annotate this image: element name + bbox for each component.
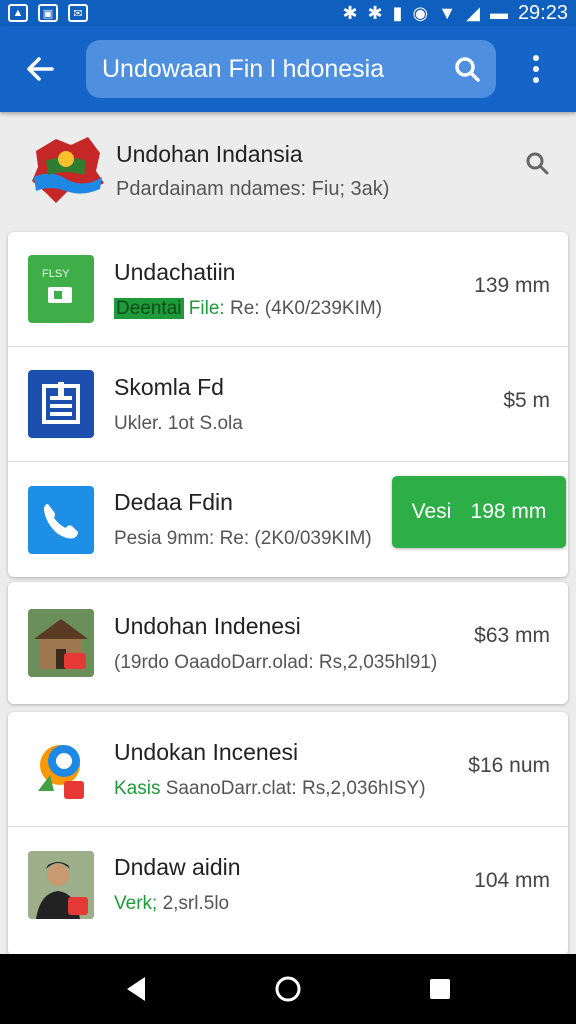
photo-icon: ▲ (8, 4, 28, 22)
row-subtitle: (19rdo OaadoDarr.olad: Rs,2,035hl91) (114, 651, 438, 673)
triangle-back-icon (127, 977, 145, 1001)
navigation-bar (0, 954, 576, 1024)
document-app-icon (28, 370, 94, 438)
list-item[interactable]: Dndaw aidin Verk; 2,srl.5lo 104 mm (8, 827, 568, 942)
row-subtitle: Ukler. 1ot S.ola (114, 412, 243, 434)
person-photo-icon (28, 850, 94, 919)
overflow-menu-button[interactable] (516, 41, 556, 97)
verify-button-label: Vesi (411, 500, 452, 523)
verify-button[interactable]: Vesi 198 mm (392, 476, 566, 548)
row-value: 139 mm (474, 274, 550, 297)
back-button[interactable] (12, 41, 68, 97)
row-subtitle: Verk; 2,srl.5lo (114, 893, 568, 915)
status-left-icons: ▲ ▣ ✉ (8, 4, 88, 22)
row-subtitle: Deentai File: Re: (4K0/239KIM) (114, 297, 568, 320)
app-bar: Undowaan Fin l hdonesia (0, 26, 576, 112)
row-value: 104 mm (474, 869, 550, 892)
results-card: Undohan Indenesi (19rdo OaadoDarr.olad: … (8, 582, 568, 704)
status-right-icons: ✱ ✱ ▮ ◉ ▼ ◢ ▬ 29:23 (342, 2, 568, 25)
search-icon[interactable] (524, 150, 550, 176)
list-item[interactable]: Skomla Fd Ukler. 1ot S.ola $5 m (8, 347, 568, 462)
list-item[interactable]: FLSY Undachatiin Deentai File: Re: (4K0/… (8, 232, 568, 347)
row-text: Skomla Fd Ukler. 1ot S.ola (114, 374, 568, 435)
header-info: Undohan Indansia Pdardainam ndames: Fiu;… (0, 112, 576, 230)
verify-button-value: 198 mm (470, 500, 547, 523)
image-icon: ▣ (38, 4, 58, 22)
house-photo-icon (28, 609, 94, 677)
row-subtitle-green: File: (188, 297, 225, 319)
header-text: Undohan Indansia Pdardainam ndames: Fiu;… (116, 141, 389, 201)
bluetooth-icon: ✱ (367, 3, 383, 23)
search-query-text[interactable]: Undowaan Fin l hdonesia (102, 55, 384, 84)
signal-icon: ◢ (466, 3, 480, 23)
row-value: $5 m (503, 389, 550, 412)
emblem-icon (32, 137, 104, 203)
row-value: $16 num (468, 754, 550, 777)
alarm-icon: ◉ (412, 3, 429, 23)
nav-home-button[interactable] (263, 964, 313, 1014)
header-title: Undohan Indansia (116, 141, 303, 167)
nav-recents-button[interactable] (415, 964, 465, 1014)
maps-app-icon (28, 735, 94, 803)
status-badge: Deentai (114, 297, 184, 319)
row-subtitle-green: Kasis (114, 777, 161, 799)
row-subtitle-rest: SaanoDarr.clat: Rs,2,036hISY) (160, 777, 426, 799)
row-value: $63 mm (474, 624, 550, 647)
search-field[interactable]: Undowaan Fin l hdonesia (86, 40, 496, 98)
results-card: Undokan Incenesi Kasis SaanoDarr.clat: R… (8, 712, 568, 956)
arrow-left-icon (27, 57, 54, 81)
bluetooth-icon: ✱ (342, 3, 358, 23)
row-subtitle: Kasis SaanoDarr.clat: Rs,2,036hISY) (114, 778, 568, 800)
status-time: 29:23 (517, 1, 568, 24)
header-subtitle: Pdardainam ndames: Fiu; 3ak) (116, 178, 390, 200)
status-bar: ▲ ▣ ✉ ✱ ✱ ▮ ◉ ▼ ◢ ▬ 29:23 (0, 0, 576, 26)
file-app-icon-text: FLSY (42, 268, 70, 280)
dot-icon (533, 55, 539, 61)
dot-icon (533, 77, 539, 83)
phone-icon (28, 485, 94, 554)
row-subtitle-rest: 2,srl.5lo (157, 893, 230, 914)
battery-icon: ▬ (489, 3, 508, 23)
search-icon[interactable] (452, 54, 482, 84)
list-item[interactable]: Undohan Indenesi (19rdo OaadoDarr.olad: … (8, 582, 568, 704)
square-recents-icon (430, 979, 450, 999)
nav-back-button[interactable] (111, 964, 161, 1014)
results-card: FLSY Undachatiin Deentai File: Re: (4K0/… (8, 232, 568, 577)
signal-icon: ▮ (392, 3, 403, 23)
row-title: Skomla Fd (114, 373, 224, 400)
list-item[interactable]: Undokan Incenesi Kasis SaanoDarr.clat: R… (8, 712, 568, 827)
dot-icon (533, 66, 539, 72)
list-item[interactable]: Dedaa Fdin Pesia 9mm: Re: (2K0/039KIM) V… (8, 462, 568, 577)
file-app-icon: FLSY (28, 255, 94, 323)
wifi-icon: ▼ (438, 3, 457, 23)
row-subtitle-rest: Re: (4K0/239KIM) (224, 297, 383, 319)
mail-icon: ✉ (68, 4, 88, 22)
circle-home-icon (275, 976, 301, 1002)
row-subtitle-green: Verk; (114, 893, 158, 914)
